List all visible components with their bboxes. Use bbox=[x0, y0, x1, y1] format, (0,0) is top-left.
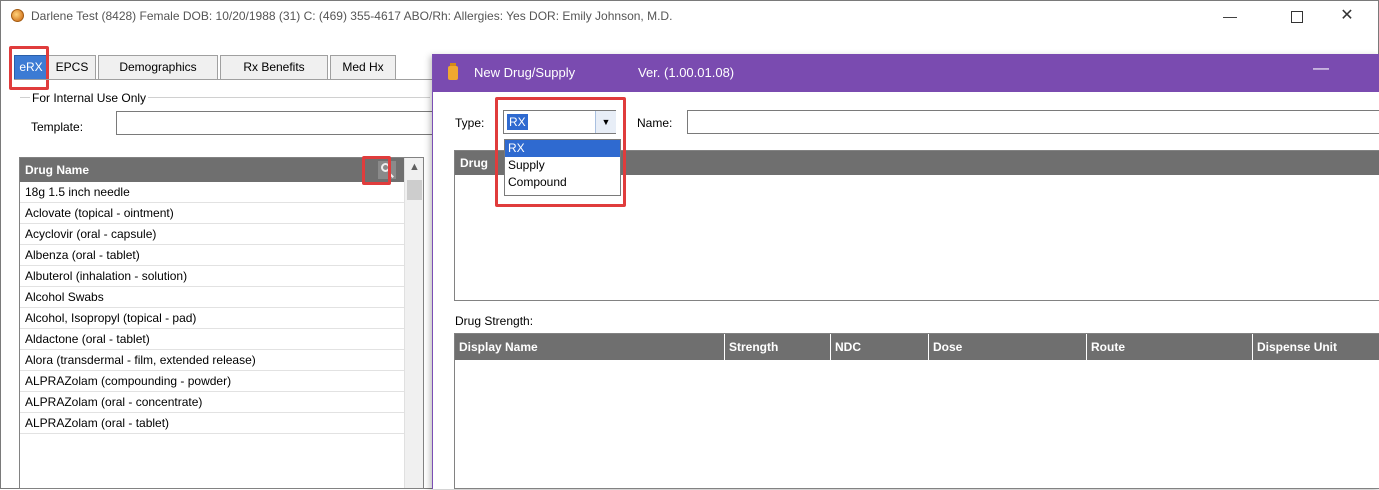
tab-epcs[interactable]: EPCS bbox=[48, 55, 96, 79]
window-maximize-button[interactable] bbox=[1274, 1, 1320, 31]
scroll-up-arrow-icon[interactable]: ▲ bbox=[405, 158, 423, 177]
dialog-version: Ver. (1.00.01.08) bbox=[638, 65, 735, 80]
name-input[interactable] bbox=[687, 110, 1379, 134]
drug-list-scrollbar[interactable]: ▲ bbox=[404, 158, 423, 488]
dropdown-arrow-icon[interactable]: ▼ bbox=[595, 111, 616, 133]
column-strength[interactable]: Strength bbox=[725, 334, 831, 360]
search-icon-handle bbox=[388, 172, 394, 178]
drug-name-list: Drug Name 18g 1.5 inch needle Aclovate (… bbox=[19, 157, 424, 489]
drug-strength-label: Drug Strength: bbox=[455, 314, 534, 328]
drug-list-item[interactable]: Alora (transdermal - film, extended rele… bbox=[20, 350, 404, 371]
dialog-minimize-button[interactable]: — bbox=[1313, 60, 1329, 78]
drug-list-item[interactable]: Acyclovir (oral - capsule) bbox=[20, 224, 404, 245]
type-label: Type: bbox=[455, 116, 485, 130]
drug-name-header-label: Drug Name bbox=[25, 163, 90, 177]
internal-use-group-label: For Internal Use Only bbox=[30, 91, 149, 105]
drug-list-item[interactable]: 18g 1.5 inch needle bbox=[20, 182, 404, 203]
dialog-title-bar: New Drug/Supply Ver. (1.00.01.08) — bbox=[433, 54, 1379, 92]
tab-erx[interactable]: eRX bbox=[14, 55, 48, 79]
drug-list-item[interactable]: Albuterol (inhalation - solution) bbox=[20, 266, 404, 287]
column-route[interactable]: Route bbox=[1087, 334, 1253, 360]
drug-list-item[interactable]: Aclovate (topical - ointment) bbox=[20, 203, 404, 224]
drug-list-item[interactable]: Aldactone (oral - tablet) bbox=[20, 329, 404, 350]
drug-list-item[interactable]: ALPRAZolam (oral - concentrate) bbox=[20, 392, 404, 413]
column-display-name[interactable]: Display Name bbox=[455, 334, 725, 360]
drug-list-item[interactable]: Albenza (oral - tablet) bbox=[20, 245, 404, 266]
type-selected-value: RX bbox=[507, 114, 528, 130]
drug-list-item[interactable]: Alcohol, Isopropyl (topical - pad) bbox=[20, 308, 404, 329]
drug-strength-grid-header: Display Name Strength NDC Dose Route Dis… bbox=[455, 334, 1379, 360]
patient-summary-title: Darlene Test (8428) Female DOB: 10/20/19… bbox=[31, 9, 673, 23]
type-option-rx[interactable]: RX bbox=[505, 140, 620, 157]
window-title-bar: Darlene Test (8428) Female DOB: 10/20/19… bbox=[1, 1, 1378, 31]
drug-strength-grid: Display Name Strength NDC Dose Route Dis… bbox=[454, 333, 1379, 489]
app-logo-icon bbox=[11, 9, 24, 22]
template-input[interactable] bbox=[116, 111, 436, 135]
column-ndc[interactable]: NDC bbox=[831, 334, 929, 360]
pill-bottle-icon bbox=[448, 63, 458, 80]
drug-search-button[interactable] bbox=[378, 161, 396, 179]
drug-list-item[interactable]: ALPRAZolam (compounding - powder) bbox=[20, 371, 404, 392]
tab-med-hx[interactable]: Med Hx bbox=[330, 55, 396, 79]
maximize-icon bbox=[1291, 11, 1303, 24]
scrollbar-thumb[interactable] bbox=[407, 180, 422, 200]
window-minimize-button[interactable]: — bbox=[1207, 1, 1253, 31]
tab-demographics[interactable]: Demographics bbox=[98, 55, 218, 79]
column-dispense-unit[interactable]: Dispense Unit bbox=[1253, 334, 1379, 360]
column-dose[interactable]: Dose bbox=[929, 334, 1087, 360]
search-icon bbox=[381, 163, 390, 172]
tab-rx-benefits[interactable]: Rx Benefits bbox=[220, 55, 328, 79]
drug-list-item[interactable]: Alcohol Swabs bbox=[20, 287, 404, 308]
template-label: Template: bbox=[31, 120, 84, 134]
type-option-compound[interactable]: Compound bbox=[505, 174, 620, 191]
type-select[interactable]: RX ▼ bbox=[503, 110, 616, 134]
window-close-button[interactable]: ✕ bbox=[1324, 1, 1370, 31]
name-label: Name: bbox=[637, 116, 673, 130]
type-option-supply[interactable]: Supply bbox=[505, 157, 620, 174]
type-options-list: RX Supply Compound bbox=[504, 139, 621, 196]
new-drug-supply-dialog: New Drug/Supply Ver. (1.00.01.08) — Type… bbox=[432, 54, 1379, 489]
drug-name-column-header[interactable]: Drug Name bbox=[20, 158, 404, 182]
dialog-title: New Drug/Supply bbox=[474, 65, 576, 80]
drug-list-item[interactable]: ALPRAZolam (oral - tablet) bbox=[20, 413, 404, 434]
